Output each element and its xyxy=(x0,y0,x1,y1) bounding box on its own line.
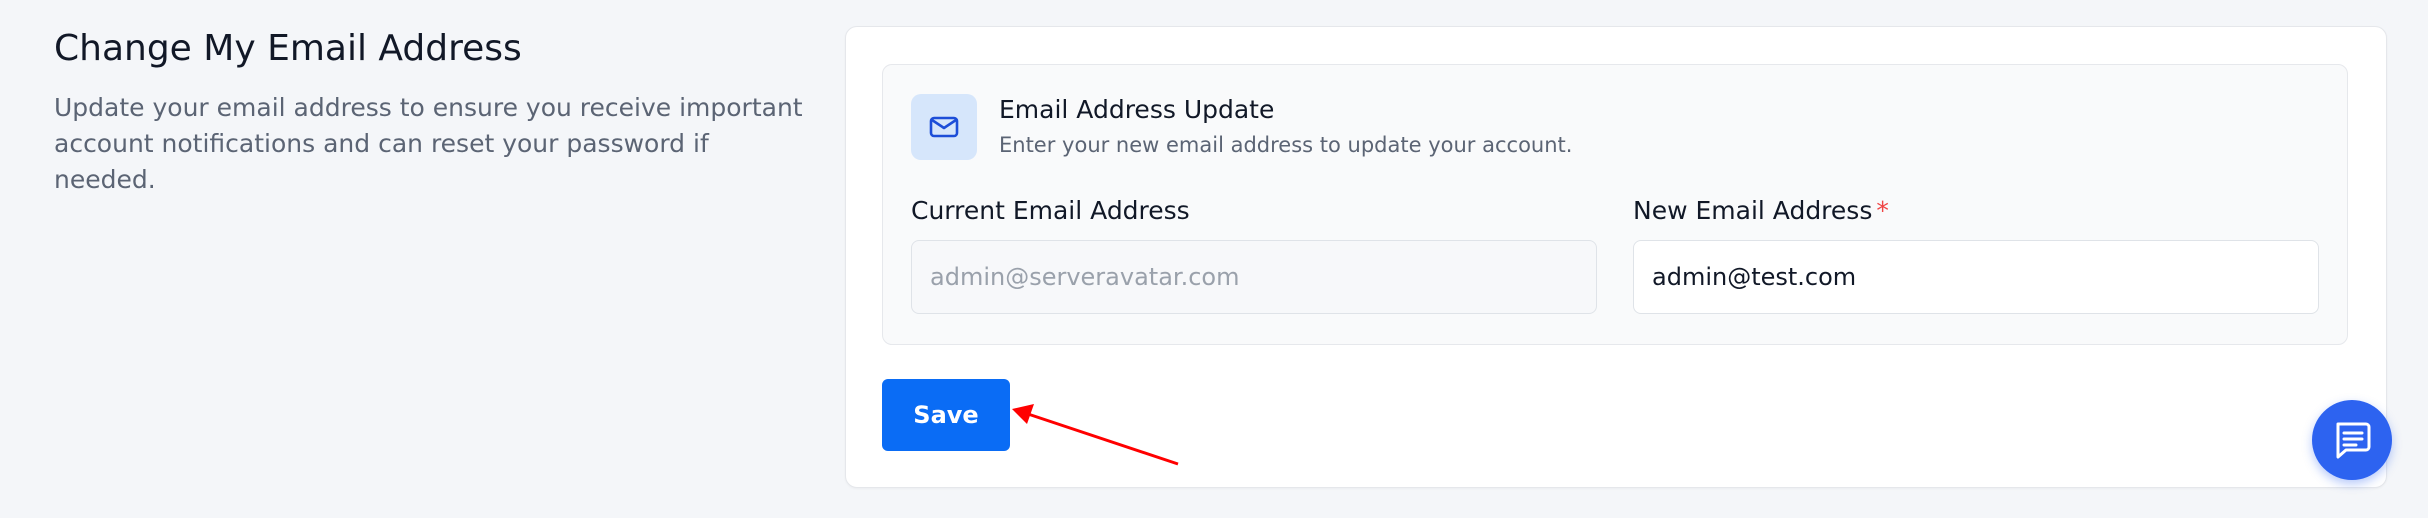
required-marker: * xyxy=(1876,196,1889,225)
new-email-label: New Email Address * xyxy=(1633,196,1889,225)
email-update-panel: Email Address Update Enter your new emai… xyxy=(882,64,2348,345)
panel-subtitle: Enter your new email address to update y… xyxy=(999,133,1573,157)
chat-button[interactable] xyxy=(2312,400,2392,480)
section-title: Change My Email Address xyxy=(54,28,522,69)
panel-title: Email Address Update xyxy=(999,95,1275,124)
save-button[interactable]: Save xyxy=(882,379,1010,451)
section-intro: Change My Email Address Update your emai… xyxy=(54,24,814,198)
current-email-label: Current Email Address xyxy=(911,196,1190,225)
email-settings-card: Email Address Update Enter your new emai… xyxy=(845,26,2387,488)
mail-icon xyxy=(911,94,977,160)
new-email-field[interactable] xyxy=(1633,240,2319,314)
settings-page: Change My Email Address Update your emai… xyxy=(0,0,2428,518)
section-description: Update your email address to ensure you … xyxy=(54,93,803,194)
chat-icon xyxy=(2336,422,2371,459)
new-email-label-text: New Email Address xyxy=(1633,196,1873,225)
current-email-field xyxy=(911,240,1597,314)
